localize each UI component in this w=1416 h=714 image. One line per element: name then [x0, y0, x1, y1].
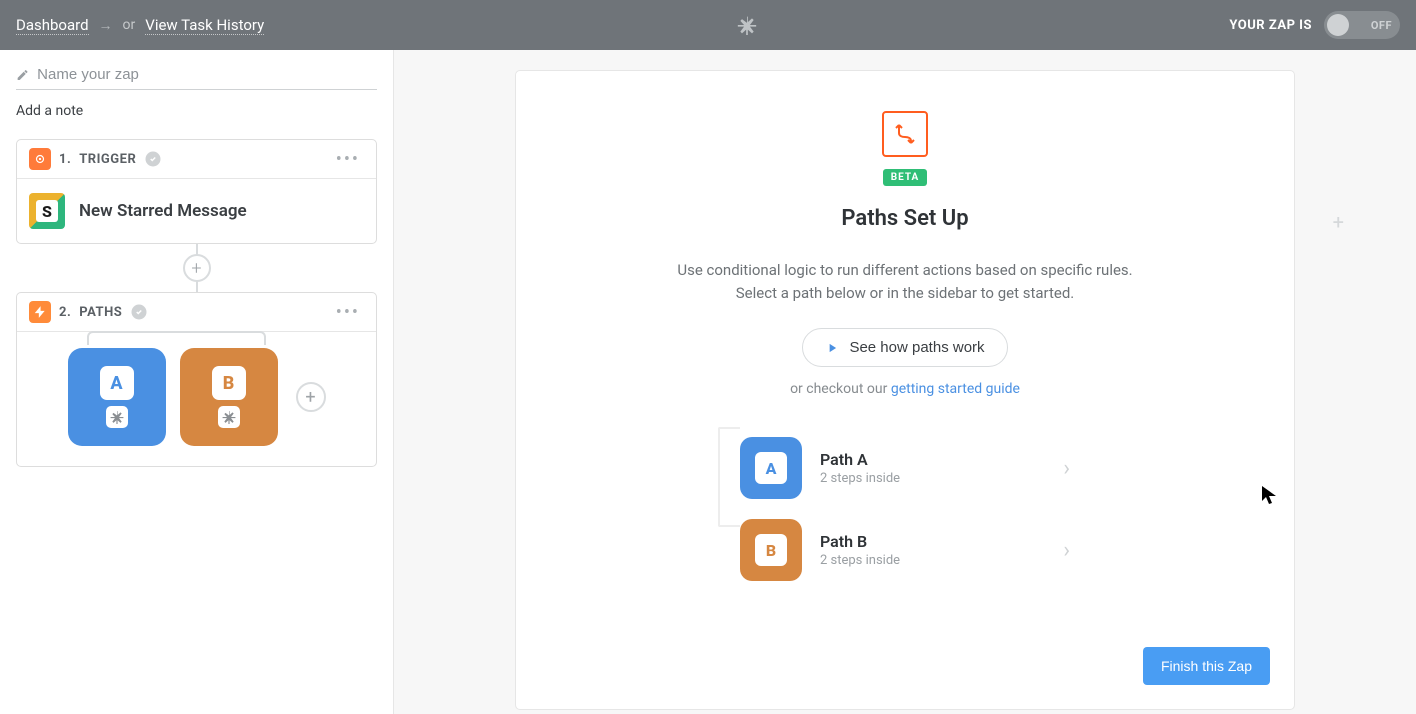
- finish-zap-button[interactable]: Finish this Zap: [1143, 647, 1270, 685]
- path-row-text: Path B 2 steps inside: [820, 532, 900, 568]
- path-name: Path A: [820, 450, 900, 469]
- trigger-name: New Starred Message: [79, 201, 247, 221]
- paths-tiles-row: A B +: [29, 348, 364, 446]
- step-card-trigger[interactable]: 1. TRIGGER ••• New Starred Message: [16, 139, 377, 244]
- path-row-b[interactable]: B Path B 2 steps inside ›: [740, 509, 1070, 591]
- step-number: 2.: [59, 305, 71, 320]
- paths-badge-icon: [29, 301, 51, 323]
- step-body: New Starred Message: [17, 179, 376, 243]
- step-number: 1.: [59, 152, 71, 167]
- canvas-plus-icon: +: [1333, 210, 1344, 234]
- path-connector-line: [87, 331, 266, 345]
- add-step-button[interactable]: +: [183, 254, 211, 282]
- step-label: PATHS: [79, 305, 122, 320]
- panel-description: Use conditional logic to run different a…: [677, 259, 1132, 304]
- step-card-paths[interactable]: 2. PATHS ••• A B +: [16, 292, 377, 467]
- path-rows: A Path A 2 steps inside › B Path B 2 ste…: [740, 427, 1070, 591]
- connector: +: [16, 244, 377, 292]
- path-steps: 2 steps inside: [820, 553, 900, 568]
- canvas: + + + BETA Paths Set Up Use conditional …: [394, 50, 1416, 714]
- header-logo: [264, 15, 1229, 35]
- sidebar: Add a note 1. TRIGGER ••• New Starred Me…: [0, 50, 394, 714]
- path-row-a[interactable]: A Path A 2 steps inside ›: [740, 427, 1070, 509]
- asterisk-icon: [218, 406, 240, 428]
- check-icon: [144, 150, 162, 168]
- your-zap-label: YOUR ZAP IS: [1229, 18, 1312, 33]
- chevron-right-icon: ›: [1063, 538, 1070, 563]
- guide-text: or checkout our getting started guide: [790, 381, 1020, 397]
- add-path-button[interactable]: +: [296, 382, 326, 412]
- app-header: Dashboard → or View Task History YOUR ZA…: [0, 0, 1416, 50]
- add-note-link[interactable]: Add a note: [16, 103, 83, 119]
- step-header: 1. TRIGGER •••: [17, 140, 376, 179]
- zap-name-row: [16, 66, 377, 90]
- chevron-right-icon: ›: [1063, 456, 1070, 481]
- see-how-button[interactable]: See how paths work: [802, 328, 1007, 367]
- sidebar-path-tile-a[interactable]: A: [68, 348, 166, 446]
- or-text: or: [123, 17, 136, 33]
- slack-app-icon: [29, 193, 65, 229]
- step-header: 2. PATHS •••: [17, 293, 376, 332]
- asterisk-icon: [106, 406, 128, 428]
- trigger-badge-icon: [29, 148, 51, 170]
- path-tile-a-icon: A: [740, 437, 802, 499]
- zapier-asterisk-icon: [737, 15, 757, 35]
- check-icon: [130, 303, 148, 321]
- getting-started-link[interactable]: getting started guide: [891, 381, 1020, 397]
- path-letter: B: [212, 366, 246, 400]
- task-history-link[interactable]: View Task History: [145, 16, 264, 35]
- step-label: TRIGGER: [79, 152, 136, 167]
- paths-setup-panel: BETA Paths Set Up Use conditional logic …: [515, 70, 1295, 710]
- step-menu-icon[interactable]: •••: [332, 149, 364, 170]
- arrow-icon: →: [99, 17, 113, 34]
- paths-icon: [882, 111, 928, 157]
- path-tile-b-icon: B: [740, 519, 802, 581]
- path-steps: 2 steps inside: [820, 471, 900, 486]
- path-row-text: Path A 2 steps inside: [820, 450, 900, 486]
- beta-badge: BETA: [883, 169, 928, 186]
- dashboard-link[interactable]: Dashboard: [16, 16, 89, 35]
- panel-title: Paths Set Up: [841, 206, 968, 231]
- header-breadcrumb: Dashboard → or View Task History: [16, 16, 264, 35]
- play-icon: [825, 341, 839, 355]
- path-name: Path B: [820, 532, 900, 551]
- paths-body: A B +: [17, 332, 376, 466]
- step-menu-icon[interactable]: •••: [332, 302, 364, 323]
- path-row-connector: [718, 427, 740, 527]
- path-letter: A: [100, 366, 134, 400]
- sidebar-path-tile-b[interactable]: B: [180, 348, 278, 446]
- pencil-icon: [16, 68, 29, 82]
- zap-toggle[interactable]: OFF: [1324, 11, 1400, 39]
- zap-name-input[interactable]: [37, 66, 377, 83]
- header-right: YOUR ZAP IS OFF: [1229, 11, 1400, 39]
